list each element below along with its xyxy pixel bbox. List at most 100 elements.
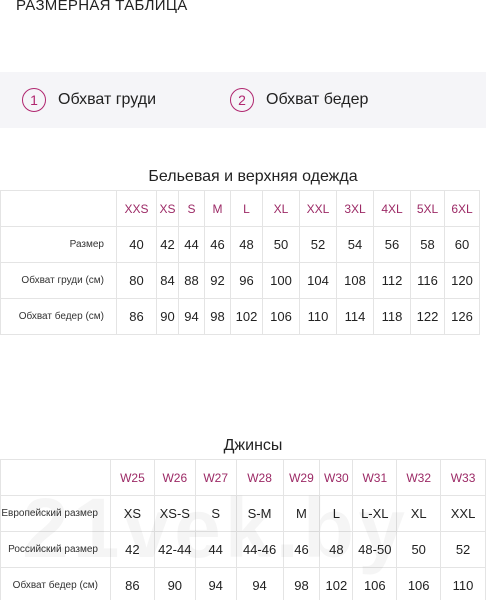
- table-cell: 44-46: [235, 531, 284, 568]
- table-cell: 112: [373, 262, 411, 299]
- table-cell: 94: [178, 298, 205, 335]
- table-cell: 42: [109, 531, 155, 568]
- table-cell: 54: [336, 226, 374, 263]
- size-header-cell: XL: [262, 190, 300, 227]
- table-cell: 90: [153, 567, 196, 600]
- table-cell: 102: [319, 567, 354, 600]
- row-label: Обхват груди (см): [0, 262, 117, 299]
- table-cell: M: [282, 495, 321, 532]
- size-header-cell: W29: [282, 459, 321, 496]
- table-row: Российский размер 42 42-44 44 44-46 46 4…: [0, 531, 486, 568]
- table-cell: L-XL: [352, 495, 398, 532]
- table-row: Размер 40 42 44 46 48 50 52 54 56 58 60: [0, 226, 480, 263]
- size-header-cell: 6XL: [444, 190, 480, 227]
- table-cell: 86: [109, 567, 155, 600]
- size-header-cell: W26: [153, 459, 196, 496]
- table-cell: S-M: [235, 495, 284, 532]
- underwear-section-title: Бельевая и верхняя одежда: [148, 168, 358, 185]
- table-cell: 122: [410, 298, 445, 335]
- legend-item-hips: 2 Обхват бедер: [230, 88, 368, 112]
- table-cell: 106: [352, 567, 398, 600]
- table-cell: XXL: [440, 495, 486, 532]
- table-cell: 118: [373, 298, 411, 335]
- row-label: Российский размер: [0, 531, 111, 568]
- size-header-cell: XXL: [299, 190, 337, 227]
- table-cell: 42: [156, 226, 179, 263]
- size-header-cell: XS: [156, 190, 179, 227]
- table-cell: 94: [235, 567, 284, 600]
- size-header-cell: W25: [109, 459, 155, 496]
- legend-label: Обхват бедер: [266, 91, 369, 108]
- size-header-cell: S: [178, 190, 205, 227]
- table-header-row: XXS XS S M L XL XXL 3XL 4XL 5XL 6XL: [0, 190, 480, 227]
- header-corner-cell: [0, 190, 117, 227]
- jeans-size-table: W25 W26 W27 W28 W29 W30 W31 W32 W33 Евро…: [0, 459, 486, 600]
- table-cell: 108: [336, 262, 374, 299]
- table-cell: L: [319, 495, 354, 532]
- size-header-cell: 4XL: [373, 190, 411, 227]
- table-cell: 96: [230, 262, 263, 299]
- table-row: Обхват бедер (см) 86 90 94 94 98 102 106…: [0, 567, 486, 600]
- table-cell: 102: [230, 298, 263, 335]
- table-cell: 120: [444, 262, 480, 299]
- table-cell: 94: [194, 567, 237, 600]
- row-label: Размер: [0, 226, 117, 263]
- table-cell: 50: [396, 531, 442, 568]
- table-cell: 44: [178, 226, 205, 263]
- size-header-cell: M: [204, 190, 231, 227]
- size-header-cell: W31: [352, 459, 398, 496]
- table-cell: 98: [282, 567, 321, 600]
- table-cell: 110: [299, 298, 337, 335]
- table-cell: XS-S: [153, 495, 196, 532]
- table-cell: XL: [396, 495, 442, 532]
- page-title: РАЗМЕРНАЯ ТАБЛИЦА: [16, 0, 188, 14]
- size-header-cell: W32: [396, 459, 442, 496]
- table-cell: 126: [444, 298, 480, 335]
- size-header-cell: W33: [440, 459, 486, 496]
- size-header-cell: W28: [235, 459, 284, 496]
- table-cell: 92: [204, 262, 231, 299]
- table-cell: 52: [299, 226, 337, 263]
- legend-item-chest: 1 Обхват груди: [22, 88, 156, 112]
- row-label: Европейский размер: [0, 495, 111, 532]
- table-cell: 58: [410, 226, 445, 263]
- table-cell: 110: [440, 567, 486, 600]
- table-row: Обхват бедер (см) 86 90 94 98 102 106 11…: [0, 298, 480, 335]
- legend-label: Обхват груди: [58, 91, 157, 108]
- table-cell: 42-44: [153, 531, 196, 568]
- table-cell: 86: [116, 298, 157, 335]
- underwear-size-table: XXS XS S M L XL XXL 3XL 4XL 5XL 6XL Разм…: [0, 190, 480, 335]
- table-cell: 116: [410, 262, 445, 299]
- row-label: Обхват бедер (см): [0, 298, 117, 335]
- table-cell: 60: [444, 226, 480, 263]
- size-header-cell: XXS: [116, 190, 157, 227]
- table-cell: 48: [230, 226, 263, 263]
- table-cell: 88: [178, 262, 205, 299]
- table-cell: 56: [373, 226, 411, 263]
- table-cell: XS: [109, 495, 155, 532]
- size-header-cell: 3XL: [336, 190, 374, 227]
- table-row: Обхват груди (см) 80 84 88 92 96 100 104…: [0, 262, 480, 299]
- table-cell: S: [194, 495, 237, 532]
- table-cell: 106: [262, 298, 300, 335]
- table-cell: 48-50: [352, 531, 398, 568]
- size-header-cell: W27: [194, 459, 237, 496]
- table-row: Европейский размер XS XS-S S S-M M L L-X…: [0, 495, 486, 532]
- table-cell: 90: [156, 298, 179, 335]
- row-label: Обхват бедер (см): [0, 567, 111, 600]
- table-cell: 80: [116, 262, 157, 299]
- table-cell: 100: [262, 262, 300, 299]
- legend-number-badge: 1: [22, 88, 46, 112]
- table-cell: 98: [204, 298, 231, 335]
- table-cell: 46: [204, 226, 231, 263]
- table-cell: 84: [156, 262, 179, 299]
- table-cell: 114: [336, 298, 374, 335]
- table-cell: 48: [319, 531, 354, 568]
- table-cell: 52: [440, 531, 486, 568]
- measurement-legend: 1 Обхват груди 2 Обхват бедер: [0, 72, 486, 128]
- size-header-cell: W30: [319, 459, 354, 496]
- table-cell: 104: [299, 262, 337, 299]
- legend-number-badge: 2: [230, 88, 254, 112]
- table-cell: 44: [194, 531, 237, 568]
- size-header-cell: L: [230, 190, 263, 227]
